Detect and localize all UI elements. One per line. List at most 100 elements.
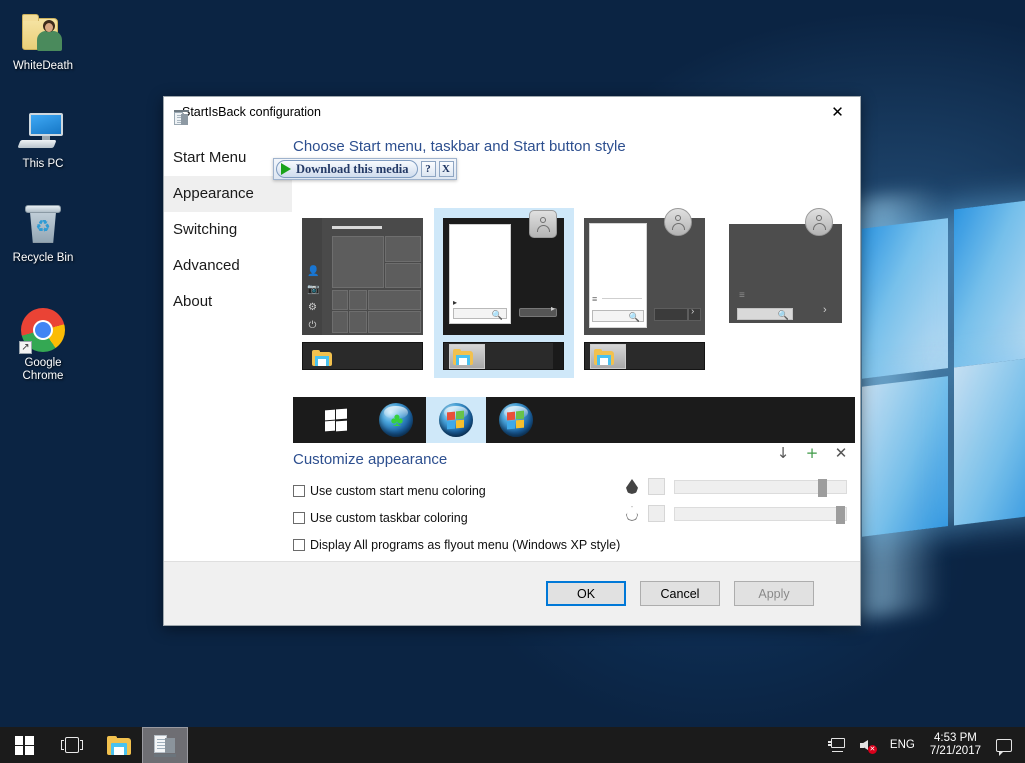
task-view-button[interactable] (48, 727, 96, 763)
user-avatar-icon (664, 208, 692, 236)
desktop-icon-label: Google (24, 357, 62, 369)
checkbox-display-all-programs-flyout[interactable] (293, 539, 305, 551)
startisback-configuration-window: StartIsBack configuration ✕ Start Menu A… (163, 96, 861, 626)
customize-appearance-title: Customize appearance (293, 451, 448, 468)
folder-user-icon (4, 8, 82, 58)
checkbox-label: Display All programs as flyout menu (Win… (310, 538, 621, 552)
window-titlebar[interactable]: StartIsBack configuration ✕ (164, 97, 860, 126)
desktop-icon-google-chrome[interactable]: ↗ Google Chrome (4, 305, 82, 383)
taskbar-app-startisback[interactable] (142, 727, 188, 763)
add-icon[interactable]: + (803, 444, 821, 462)
ok-button[interactable]: OK (546, 581, 626, 606)
start-button[interactable] (0, 727, 48, 763)
style-option-windows-7[interactable]: ≡ 🔍 › (575, 208, 715, 378)
transparent-drop-icon (625, 505, 639, 522)
folder-icon (107, 735, 131, 755)
download-media-popup: Download this media ? X (273, 158, 457, 180)
user-avatar-icon (529, 210, 557, 238)
download-media-label: Download this media (296, 161, 409, 176)
apply-button[interactable]: Apply (734, 581, 814, 606)
orb-option-windows-10-flat[interactable] (306, 397, 366, 443)
taskbar-app-file-explorer[interactable] (96, 727, 142, 763)
appearance-panel: Choose Start menu, taskbar and Start but… (292, 126, 860, 606)
checkbox-label: Use custom taskbar coloring (310, 511, 468, 525)
network-icon[interactable] (821, 727, 852, 763)
desktop-icon-this-pc[interactable]: This PC (4, 106, 82, 171)
windows-7-orb-icon (499, 403, 533, 437)
cancel-button[interactable]: Cancel (640, 581, 720, 606)
customize-actions: ↓ + ✕ (774, 444, 850, 462)
wallpaper-windows-logo (862, 198, 1025, 573)
start-menu-color-swatch[interactable] (648, 478, 665, 495)
sidebar-item-advanced[interactable]: Advanced (164, 248, 292, 284)
desktop-icon-label: This PC (22, 158, 64, 170)
clock-time: 4:53 PM (934, 732, 977, 744)
sidebar-item-switching[interactable]: Switching (164, 212, 292, 248)
style-preview-image: ▸ 🔍 ▸ (443, 210, 564, 335)
close-icon[interactable]: X (438, 161, 454, 177)
orb-option-windows-vista[interactable] (426, 397, 486, 443)
start-menu-alpha-slider[interactable] (674, 478, 847, 497)
taskbar: ✕ ENG 4:53 PM 7/21/2017 (0, 727, 1025, 763)
taskbar-alpha-slider[interactable] (674, 505, 847, 524)
chrome-icon: ↗ (4, 305, 82, 355)
checkbox-use-custom-taskbar-coloring[interactable] (293, 512, 305, 524)
start-menu-alpha-slider-row (625, 478, 847, 497)
sidebar-item-about[interactable]: About (164, 284, 292, 320)
start-button-orb-strip: ♣ (293, 397, 855, 443)
taskbar-alpha-slider-row (625, 505, 847, 524)
close-icon[interactable]: ✕ (815, 97, 860, 126)
clock-date: 7/21/2017 (929, 745, 981, 757)
task-view-icon (61, 737, 83, 753)
checkbox-row-custom-taskbar-coloring[interactable]: Use custom taskbar coloring (293, 511, 468, 525)
clover-orb-icon: ♣ (379, 403, 413, 437)
checkbox-use-custom-start-menu-coloring[interactable] (293, 485, 305, 497)
style-option-flat-dark[interactable]: ≡ 🔍 › (716, 208, 856, 378)
taskbar-preview (443, 342, 564, 370)
recycle-bin-icon: ♻ (4, 200, 82, 250)
windows-flag-icon (14, 735, 34, 755)
dialog-button-bar: OK Cancel Apply (164, 561, 860, 625)
checkbox-row-display-all-programs-flyout[interactable]: Display All programs as flyout menu (Win… (293, 538, 620, 552)
system-tray: ✕ ENG 4:53 PM 7/21/2017 (821, 727, 1025, 763)
folder-icon (594, 349, 614, 365)
computer-icon (4, 106, 82, 156)
folder-icon (453, 349, 473, 365)
panel-heading: Choose Start menu, taskbar and Start but… (293, 138, 626, 155)
play-icon (281, 163, 291, 175)
import-icon[interactable]: ↓ (774, 444, 792, 462)
sidebar-item-appearance[interactable]: Appearance (164, 176, 292, 212)
remove-icon[interactable]: ✕ (832, 444, 850, 462)
style-preview-image: 👤 📷 ⚙ ⏻ (302, 218, 423, 335)
style-preview-image: ≡ 🔍 › (584, 208, 705, 335)
window-title: StartIsBack configuration (182, 104, 321, 119)
style-option-windows-10[interactable]: 👤 📷 ⚙ ⏻ (293, 208, 433, 378)
orb-option-windows-7[interactable] (486, 397, 546, 443)
clock[interactable]: 4:53 PM 7/21/2017 (922, 732, 989, 758)
desktop-icon-label: WhiteDeath (12, 60, 74, 72)
volume-muted-icon[interactable]: ✕ (852, 727, 883, 763)
desktop-icon-label-2: Chrome (22, 370, 64, 382)
folder-icon (312, 350, 332, 366)
style-preview-grid: 👤 📷 ⚙ ⏻ ▸ 🔍 ▸ ≡ 🔍 › ≡ 🔍 › (293, 208, 855, 378)
help-icon[interactable]: ? (420, 161, 436, 177)
desktop-icon-label: Recycle Bin (12, 252, 74, 264)
checkbox-row-custom-start-menu-coloring[interactable]: Use custom start menu coloring (293, 484, 486, 498)
checkbox-label: Use custom start menu coloring (310, 484, 486, 498)
style-option-startisback-plain[interactable]: ▸ 🔍 ▸ (434, 208, 574, 378)
download-this-media-button[interactable]: Download this media (276, 160, 418, 178)
taskbar-preview (584, 342, 705, 370)
action-center-icon[interactable] (989, 727, 1019, 763)
style-preview-image: ≡ 🔍 › (725, 208, 846, 335)
dialog-body: Start Menu Appearance Switching Advanced… (164, 126, 860, 606)
desktop-icon-whitedeath[interactable]: WhiteDeath (4, 8, 82, 73)
windows-flag-icon (319, 403, 353, 437)
orb-option-green-clover[interactable]: ♣ (366, 397, 426, 443)
user-avatar-icon (805, 208, 833, 236)
language-indicator[interactable]: ENG (883, 727, 922, 763)
taskbar-color-swatch[interactable] (648, 505, 665, 522)
vista-orb-icon (439, 403, 473, 437)
desktop-icon-recycle-bin[interactable]: ♻ Recycle Bin (4, 200, 82, 265)
startisback-icon (154, 734, 176, 757)
sidebar-nav: Start Menu Appearance Switching Advanced… (164, 126, 292, 591)
